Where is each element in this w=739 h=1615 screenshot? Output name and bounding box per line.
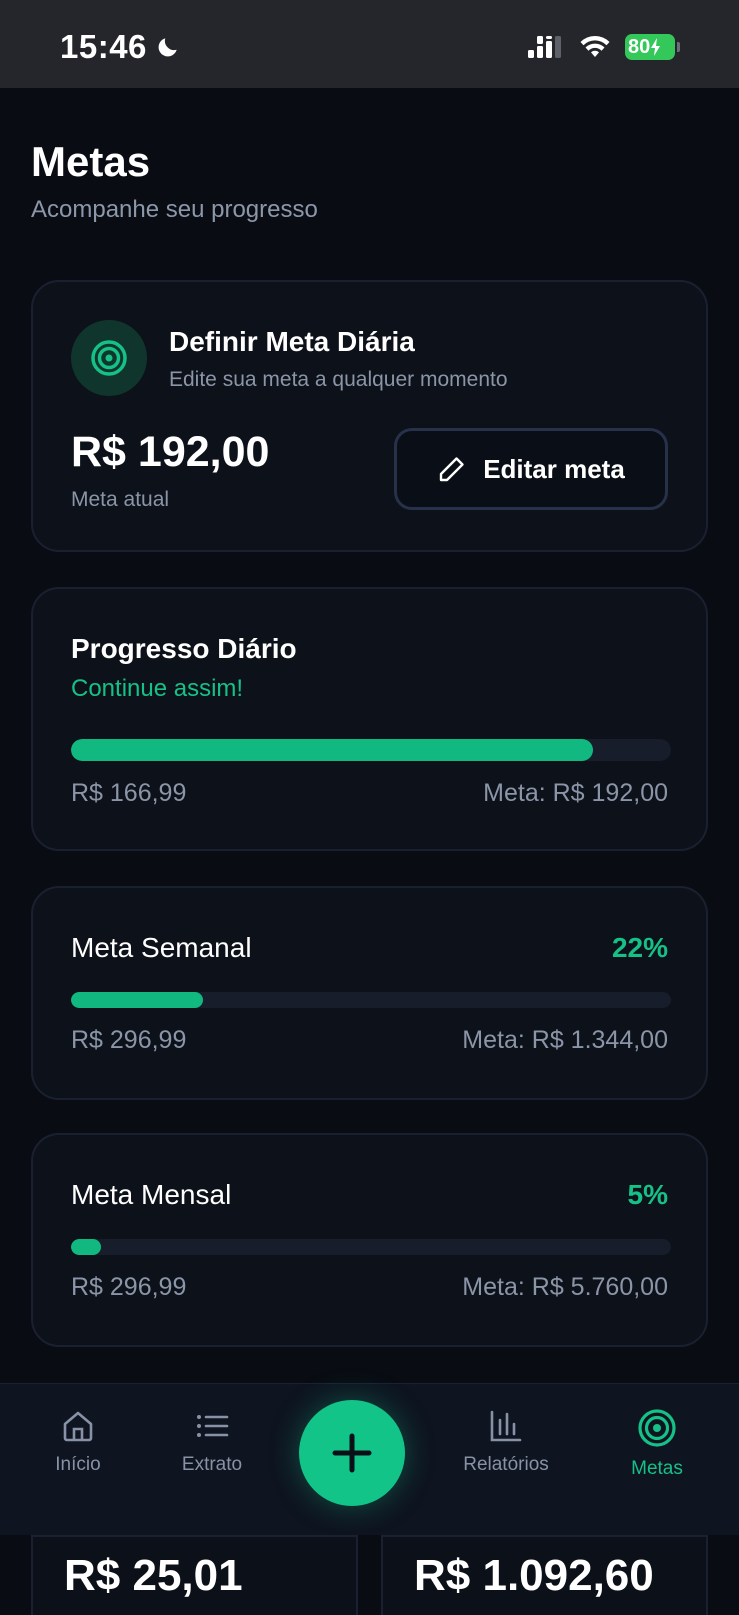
daily-progress-title: Progresso Diário (71, 633, 297, 664)
daily-goal-subtitle: Edite sua meta a qualquer momento (169, 368, 508, 391)
daily-progress-card: Progresso Diário Continue assim! R$ 166,… (31, 587, 708, 851)
moon-icon (158, 38, 177, 57)
monthly-goal-card: Meta Mensal 5% R$ 296,99 Meta: R$ 5.760,… (31, 1133, 708, 1347)
charging-bolt-icon (651, 38, 661, 56)
summary-card-left-value: R$ 25,01 (64, 1551, 243, 1600)
weekly-progress-fill (71, 992, 203, 1008)
daily-progress-message: Continue assim! (71, 675, 244, 702)
nav-item-relatorios[interactable]: Relatórios (446, 1408, 566, 1476)
bar-chart-icon (490, 1410, 522, 1442)
summary-card-right: R$ 1.092,60 (381, 1535, 708, 1615)
pencil-icon (439, 457, 464, 482)
nav-item-metas[interactable]: Metas (597, 1408, 717, 1480)
monthly-progress-fill (71, 1239, 101, 1255)
daily-goal-value-label: Meta atual (71, 488, 170, 511)
nav-item-inicio[interactable]: Início (18, 1408, 138, 1476)
monthly-goal-current: R$ 296,99 (71, 1273, 187, 1301)
daily-progress-fill (71, 739, 593, 761)
nav-item-label: Metas (631, 1458, 683, 1479)
summary-card-right-value: R$ 1.092,60 (414, 1551, 654, 1600)
goal-icon-badge (71, 320, 147, 396)
bottom-navigation: Início Extrato Relatórios Metas (0, 1383, 739, 1535)
nav-item-label: Extrato (181, 1454, 243, 1475)
nav-item-label: Relatórios (463, 1454, 549, 1475)
status-time-text: 15:46 (60, 28, 147, 65)
battery-indicator: 80 (625, 34, 680, 60)
weekly-goal-percent: 22% (611, 932, 668, 963)
status-bar: 15:46 80 (0, 0, 739, 88)
monthly-goal-title: Meta Mensal (71, 1179, 232, 1210)
weekly-goal-current: R$ 296,99 (71, 1026, 187, 1054)
edit-goal-button-label: Editar meta (483, 453, 625, 484)
home-icon (63, 1411, 93, 1442)
page-title: Metas (31, 138, 151, 185)
daily-goal-card: Definir Meta Diária Edite sua meta a qua… (31, 280, 708, 552)
cellular-signal-icon (528, 36, 561, 58)
list-icon (197, 1415, 229, 1437)
wifi-icon (580, 35, 610, 57)
monthly-goal-target: Meta: R$ 5.760,00 (462, 1273, 668, 1301)
daily-progress-target: Meta: R$ 192,00 (483, 779, 668, 807)
monthly-progress-bar (71, 1239, 671, 1255)
weekly-goal-card: Meta Semanal 22% R$ 296,99 Meta: R$ 1.34… (31, 886, 708, 1100)
nav-item-extrato[interactable]: Extrato (152, 1408, 272, 1476)
status-time: 15:46 (60, 28, 181, 66)
monthly-goal-percent: 5% (627, 1179, 668, 1210)
plus-icon (332, 1433, 372, 1473)
daily-goal-title: Definir Meta Diária (169, 326, 415, 357)
summary-card-left: R$ 25,01 (31, 1535, 358, 1615)
weekly-goal-target: Meta: R$ 1.344,00 (462, 1026, 668, 1054)
battery-level: 80 (628, 35, 651, 58)
daily-progress-current: R$ 166,99 (71, 779, 187, 807)
page-subtitle: Acompanhe seu progresso (31, 196, 318, 223)
daily-goal-value: R$ 192,00 (71, 428, 270, 476)
daily-progress-bar (71, 739, 671, 761)
add-transaction-button[interactable] (299, 1400, 405, 1506)
target-icon (91, 340, 127, 376)
nav-item-label: Início (55, 1454, 101, 1475)
weekly-goal-title: Meta Semanal (71, 932, 252, 963)
weekly-progress-bar (71, 992, 671, 1008)
status-indicators: 80 (527, 34, 680, 60)
edit-goal-button[interactable]: Editar meta (394, 428, 668, 510)
target-icon (638, 1409, 676, 1447)
